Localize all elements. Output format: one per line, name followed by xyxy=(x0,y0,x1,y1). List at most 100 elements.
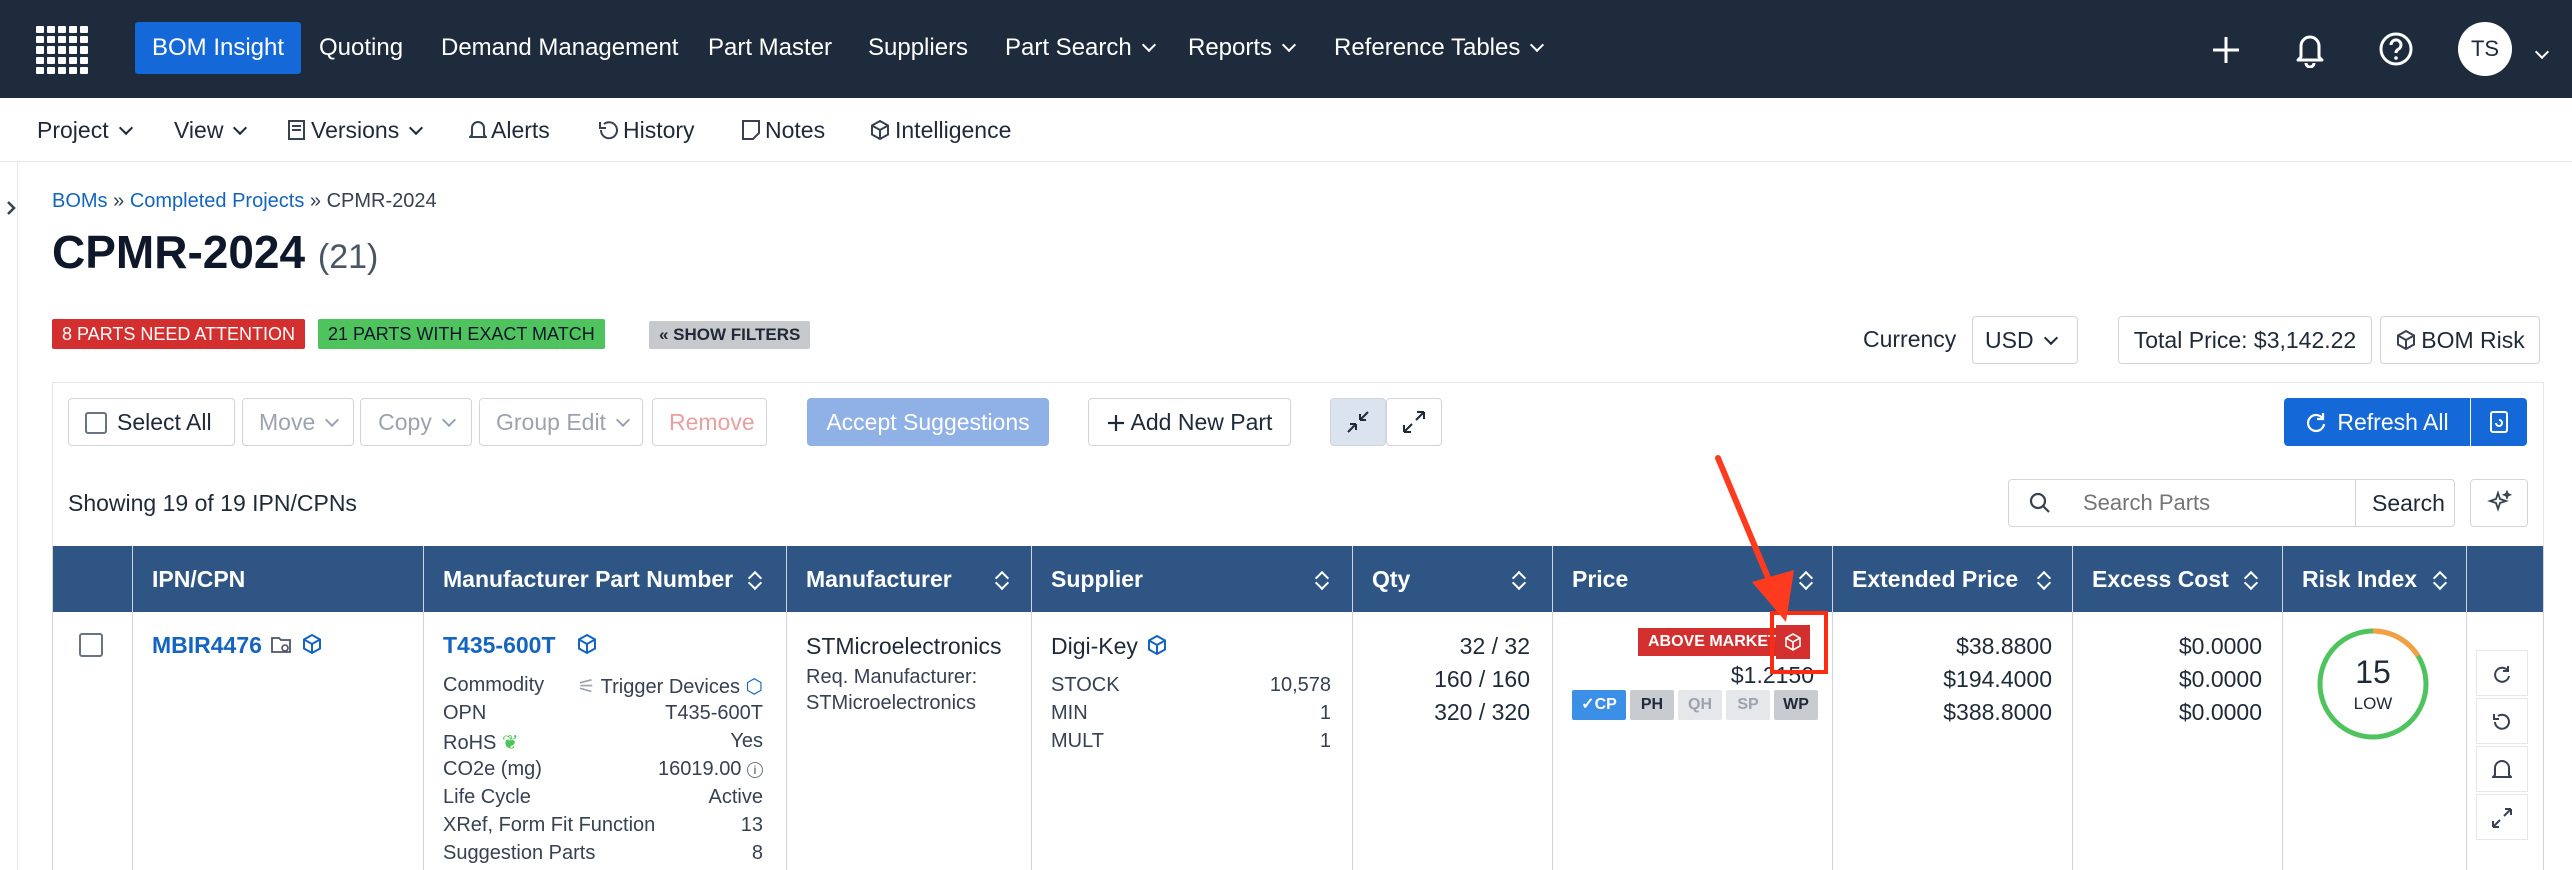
exact-match-badge[interactable]: 21 PARTS WITH EXACT MATCH xyxy=(318,319,605,349)
supplier-min: MIN 1 xyxy=(1051,702,1331,730)
info-icon[interactable]: i xyxy=(747,762,763,778)
row-refresh-button[interactable] xyxy=(2476,650,2528,696)
detail-key: OPN xyxy=(443,702,487,724)
app-grid-icon[interactable] xyxy=(36,26,88,74)
row-history-button[interactable] xyxy=(2476,698,2528,744)
detail-value: 1 xyxy=(1319,730,1331,752)
header-risk-index[interactable]: Risk Index xyxy=(2302,546,2452,612)
col-line xyxy=(1832,546,1833,870)
subnav-view-label: View xyxy=(174,117,224,143)
search-icon xyxy=(2029,492,2050,513)
qty-break: 160 / 160 xyxy=(1434,666,1530,692)
price-chip-qh[interactable]: QH xyxy=(1678,690,1722,720)
cube-icon[interactable] xyxy=(300,633,324,657)
ai-sparkle-button[interactable] xyxy=(2470,479,2528,527)
rohs-label: RoHS xyxy=(443,732,497,754)
price-chip-cp[interactable]: ✓CP xyxy=(1572,690,1626,720)
nav-reports[interactable]: Reports xyxy=(1171,22,1311,74)
expand-icon xyxy=(1403,411,1425,433)
currency-select[interactable]: USD xyxy=(1972,316,2078,364)
nav-bom-insight[interactable]: BOM Insight xyxy=(135,22,302,74)
refresh-options-button[interactable] xyxy=(2471,398,2527,446)
subnav-view[interactable]: View xyxy=(174,113,248,147)
nav-suppliers[interactable]: Suppliers xyxy=(851,22,985,74)
nav-demand-management[interactable]: Demand Management xyxy=(424,22,695,74)
collapse-button[interactable] xyxy=(1330,398,1386,446)
header-supplier[interactable]: Supplier xyxy=(1051,546,1336,612)
subnav-history[interactable]: History xyxy=(597,113,695,147)
detail-value: 13 xyxy=(740,814,763,836)
group-edit-button[interactable]: Group Edit xyxy=(479,398,643,446)
price-chip-sp[interactable]: SP xyxy=(1726,690,1770,720)
search-icon-button[interactable] xyxy=(2008,479,2072,527)
chevron-down-icon xyxy=(1281,37,1297,53)
header-manufacturer[interactable]: Manufacturer xyxy=(806,546,1016,612)
select-all-checkbox[interactable] xyxy=(85,412,107,434)
header-mpn[interactable]: Manufacturer Part Number xyxy=(443,546,768,612)
move-button[interactable]: Move xyxy=(242,398,354,446)
search-input[interactable] xyxy=(2071,479,2355,527)
header-extended-price-label: Extended Price xyxy=(1852,566,2019,592)
header-mpn-label: Manufacturer Part Number xyxy=(443,566,734,592)
mpn-link[interactable]: T435-600T xyxy=(443,632,556,659)
extended-price: $194.4000 xyxy=(1943,666,2052,692)
header-excess-cost[interactable]: Excess Cost xyxy=(2092,546,2272,612)
ipn-link[interactable]: MBIR4476 xyxy=(152,632,262,659)
select-all[interactable]: Select All xyxy=(68,398,235,446)
row-alert-button[interactable] xyxy=(2476,746,2528,792)
header-qty[interactable]: Qty xyxy=(1372,546,1532,612)
mpn-detail-commodity: Commodity ⚟ Trigger Devices ⬡ xyxy=(443,674,763,702)
header-extended-price[interactable]: Extended Price xyxy=(1852,546,2062,612)
breadcrumb-boms[interactable]: BOMs xyxy=(52,190,108,212)
subnav-alerts[interactable]: Alerts xyxy=(467,113,550,147)
qty-break: 32 / 32 xyxy=(1459,633,1530,659)
subnav-intelligence[interactable]: Intelligence xyxy=(869,113,1011,147)
help-icon[interactable] xyxy=(2378,31,2414,67)
breadcrumb-completed-projects[interactable]: Completed Projects xyxy=(130,190,305,212)
subnav-versions[interactable]: Versions xyxy=(287,113,424,147)
above-market-badge: ABOVE MARKET xyxy=(1638,628,1788,656)
bell-icon[interactable] xyxy=(2292,30,2328,68)
subnav-notes[interactable]: Notes xyxy=(741,113,825,147)
header-supplier-label: Supplier xyxy=(1051,566,1144,592)
col-line xyxy=(423,546,424,870)
co2e-value: 16019.00 xyxy=(658,758,742,780)
user-avatar[interactable]: TS xyxy=(2458,22,2512,76)
header-manufacturer-label: Manufacturer xyxy=(806,566,952,592)
search-button[interactable]: Search xyxy=(2355,479,2455,527)
risk-label: LOW xyxy=(2353,694,2393,713)
row-checkbox[interactable] xyxy=(79,633,103,657)
plus-icon[interactable] xyxy=(2210,34,2242,66)
add-new-part-button[interactable]: Add New Part xyxy=(1088,398,1291,446)
attention-badge[interactable]: 8 PARTS NEED ATTENTION xyxy=(52,319,306,349)
supplier-name[interactable]: Digi-Key xyxy=(1051,633,1138,660)
subnav-project[interactable]: Project xyxy=(37,113,133,147)
folder-search-icon[interactable] xyxy=(270,633,294,657)
show-filters-button[interactable]: « SHOW FILTERS xyxy=(649,321,811,349)
row-expand-button[interactable] xyxy=(2476,794,2528,840)
price-chip-wp[interactable]: WP xyxy=(1774,690,1818,720)
copy-button[interactable]: Copy xyxy=(360,398,472,446)
nav-part-master[interactable]: Part Master xyxy=(691,22,849,74)
nav-reference-tables-label: Reference Tables xyxy=(1334,34,1521,61)
accept-suggestions-button[interactable]: Accept Suggestions xyxy=(807,398,1049,446)
detail-key: STOCK xyxy=(1051,674,1120,696)
chevron-down-icon xyxy=(409,120,424,136)
expand-button[interactable] xyxy=(1386,398,1442,446)
extended-price: $38.8800 xyxy=(1956,633,2052,659)
refresh-all-button[interactable]: Refresh All xyxy=(2284,398,2470,446)
nav-quoting[interactable]: Quoting xyxy=(302,22,420,74)
detail-value: T435-600T xyxy=(665,702,763,724)
cube-icon[interactable] xyxy=(575,633,599,657)
price-chip-ph[interactable]: PH xyxy=(1630,690,1674,720)
sort-icon xyxy=(2434,570,2446,588)
nav-part-search[interactable]: Part Search xyxy=(988,22,1171,74)
bom-risk-button[interactable]: BOM Risk xyxy=(2380,316,2540,364)
header-ipn[interactable]: IPN/CPN xyxy=(152,546,245,612)
nav-reference-tables[interactable]: Reference Tables xyxy=(1317,22,1559,74)
cube-icon[interactable] xyxy=(1145,634,1169,658)
mpn-detail-co2e: CO2e (mg) 16019.00 i xyxy=(443,758,763,786)
refresh-icon xyxy=(2307,413,2326,433)
remove-button[interactable]: Remove xyxy=(652,398,767,446)
expand-sidebar-icon[interactable] xyxy=(4,200,18,216)
